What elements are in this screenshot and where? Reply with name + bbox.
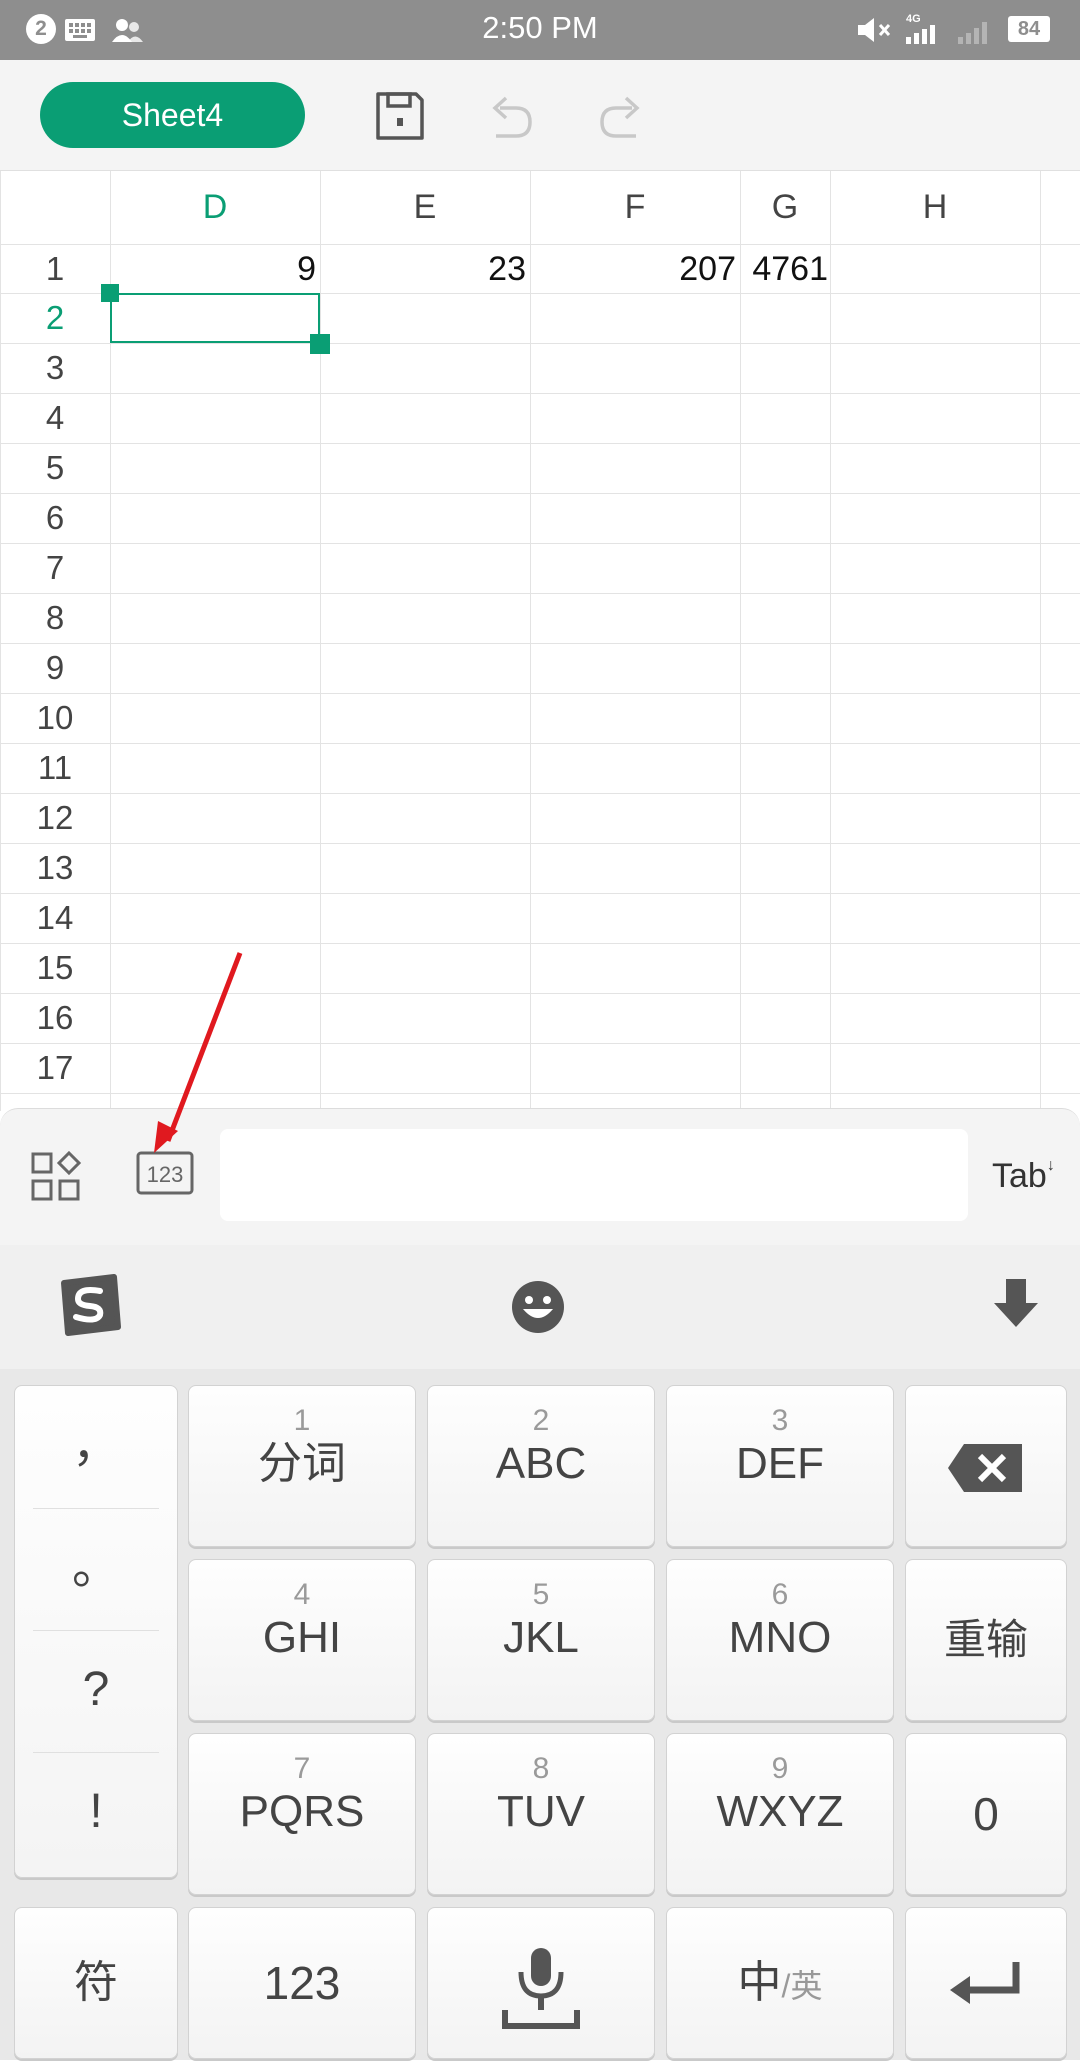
signal-weak-icon [958, 22, 987, 44]
key-4[interactable]: 4 GHI [188, 1559, 416, 1721]
row-header-9[interactable]: 9 [0, 648, 110, 688]
selection-handle-end[interactable] [310, 334, 330, 354]
key-8[interactable]: 8 TUV [427, 1733, 655, 1895]
tab-label: Tab [992, 1157, 1047, 1195]
tab-arrow-icon: ↓ [1046, 1157, 1055, 1174]
save-icon[interactable] [372, 88, 428, 144]
signal-icon [906, 25, 935, 44]
selected-cell-d2[interactable] [110, 293, 320, 343]
backspace-icon [948, 1444, 1022, 1492]
punct-question[interactable]: ? [15, 1630, 177, 1750]
key-1-num: 1 [293, 1404, 311, 1437]
formula-input[interactable] [220, 1129, 968, 1221]
mute-icon [858, 18, 891, 42]
keyboard: ， 。 ? ! 1 分词 2 ABC 3 DEF 4 GHI 5 JKL 6 M… [0, 1369, 1080, 2060]
key-9[interactable]: 9 WXYZ [666, 1733, 894, 1895]
key-6[interactable]: 6 MNO [666, 1559, 894, 1721]
row-header-17[interactable]: 17 [0, 1048, 110, 1088]
zero-key[interactable]: 0 [905, 1733, 1067, 1895]
key-4-num: 4 [293, 1578, 311, 1611]
row-header-3[interactable]: 3 [0, 348, 110, 388]
key-4-label: GHI [262, 1613, 342, 1662]
key-2-label: ABC [495, 1439, 587, 1488]
emoji-icon[interactable] [510, 1279, 566, 1335]
row-header-11[interactable]: 11 [0, 748, 110, 788]
sheet-tab-button[interactable]: Sheet4 [40, 82, 305, 148]
voice-key[interactable] [427, 1907, 655, 2059]
cell-f1[interactable]: 207 [530, 249, 736, 289]
microphone-icon [502, 1948, 580, 2029]
keyboard-toolbar [0, 1245, 1080, 1370]
key-6-label: MNO [728, 1613, 832, 1662]
status-bar: 2 2:50 PM 4G 84 [0, 0, 1080, 60]
column-header-h[interactable]: H [830, 171, 1040, 244]
key-8-label: TUV [497, 1787, 585, 1836]
row-header-14[interactable]: 14 [0, 898, 110, 938]
lang-sub: /英 [781, 1968, 823, 2004]
key-8-num: 8 [532, 1752, 550, 1785]
column-header-f[interactable]: F [530, 171, 740, 244]
key-9-label: WXYZ [716, 1787, 844, 1836]
key-5-label: JKL [503, 1613, 579, 1662]
column-header-e[interactable]: E [320, 171, 530, 244]
key-3-label: DEF [736, 1439, 824, 1488]
punct-period[interactable]: 。 [15, 1508, 177, 1628]
tab-key[interactable]: Tab↓ [992, 1157, 1055, 1196]
lang-main: 中 [737, 1958, 782, 2007]
backspace-key[interactable] [905, 1385, 1067, 1547]
key-5-num: 5 [532, 1578, 550, 1611]
column-header-g[interactable]: G [740, 171, 830, 244]
reenter-key[interactable]: 重输 [905, 1559, 1067, 1721]
key-2-num: 2 [532, 1404, 550, 1437]
cell-d1[interactable]: 9 [110, 249, 316, 289]
punctuation-column[interactable]: ， 。 ? ! [14, 1385, 178, 1878]
row-header-1[interactable]: 1 [0, 249, 110, 289]
key-7[interactable]: 7 PQRS [188, 1733, 416, 1895]
redo-icon[interactable] [594, 88, 650, 144]
key-9-num: 9 [771, 1752, 789, 1785]
key-7-label: PQRS [239, 1787, 365, 1836]
key-3-num: 3 [771, 1404, 789, 1437]
key-5[interactable]: 5 JKL [427, 1559, 655, 1721]
symbols-key[interactable]: 符 [14, 1907, 178, 2059]
key-1[interactable]: 1 分词 [188, 1385, 416, 1547]
row-header-4[interactable]: 4 [0, 398, 110, 438]
numbers-key[interactable]: 123 [188, 1907, 416, 2059]
enter-key[interactable] [905, 1907, 1067, 2059]
row-header-2[interactable]: 2 [0, 298, 110, 338]
row-header-5[interactable]: 5 [0, 448, 110, 488]
hide-keyboard-icon[interactable] [992, 1277, 1040, 1333]
row-header-8[interactable]: 8 [0, 598, 110, 638]
battery-level: 84 [1008, 16, 1050, 42]
column-header-d[interactable]: D [110, 171, 320, 244]
key-2[interactable]: 2 ABC [427, 1385, 655, 1547]
key-6-num: 6 [771, 1578, 789, 1611]
key-3[interactable]: 3 DEF [666, 1385, 894, 1547]
punct-comma[interactable]: ， [15, 1386, 177, 1506]
row-header-6[interactable]: 6 [0, 498, 110, 538]
cell-g1[interactable]: 4761 [740, 249, 828, 289]
toolbar: Sheet4 [0, 60, 1080, 171]
sogou-logo-icon[interactable] [56, 1273, 122, 1337]
key-7-num: 7 [293, 1752, 311, 1785]
row-header-7[interactable]: 7 [0, 548, 110, 588]
language-toggle-key[interactable]: 中/英 [666, 1907, 894, 2059]
key-1-label: 分词 [258, 1439, 346, 1488]
row-header-12[interactable]: 12 [0, 798, 110, 838]
selection-handle-start[interactable] [101, 284, 119, 302]
row-header-10[interactable]: 10 [0, 698, 110, 738]
svg-text:123: 123 [147, 1162, 184, 1187]
row-header-13[interactable]: 13 [0, 848, 110, 888]
enter-icon [950, 1962, 1020, 2004]
undo-icon[interactable] [482, 88, 538, 144]
row-header-15[interactable]: 15 [0, 948, 110, 988]
punct-exclaim[interactable]: ! [15, 1752, 177, 1872]
annotation-arrow [154, 952, 243, 1153]
cell-e1[interactable]: 23 [320, 249, 526, 289]
row-header-16[interactable]: 16 [0, 998, 110, 1038]
apps-grid-icon[interactable] [30, 1151, 82, 1203]
